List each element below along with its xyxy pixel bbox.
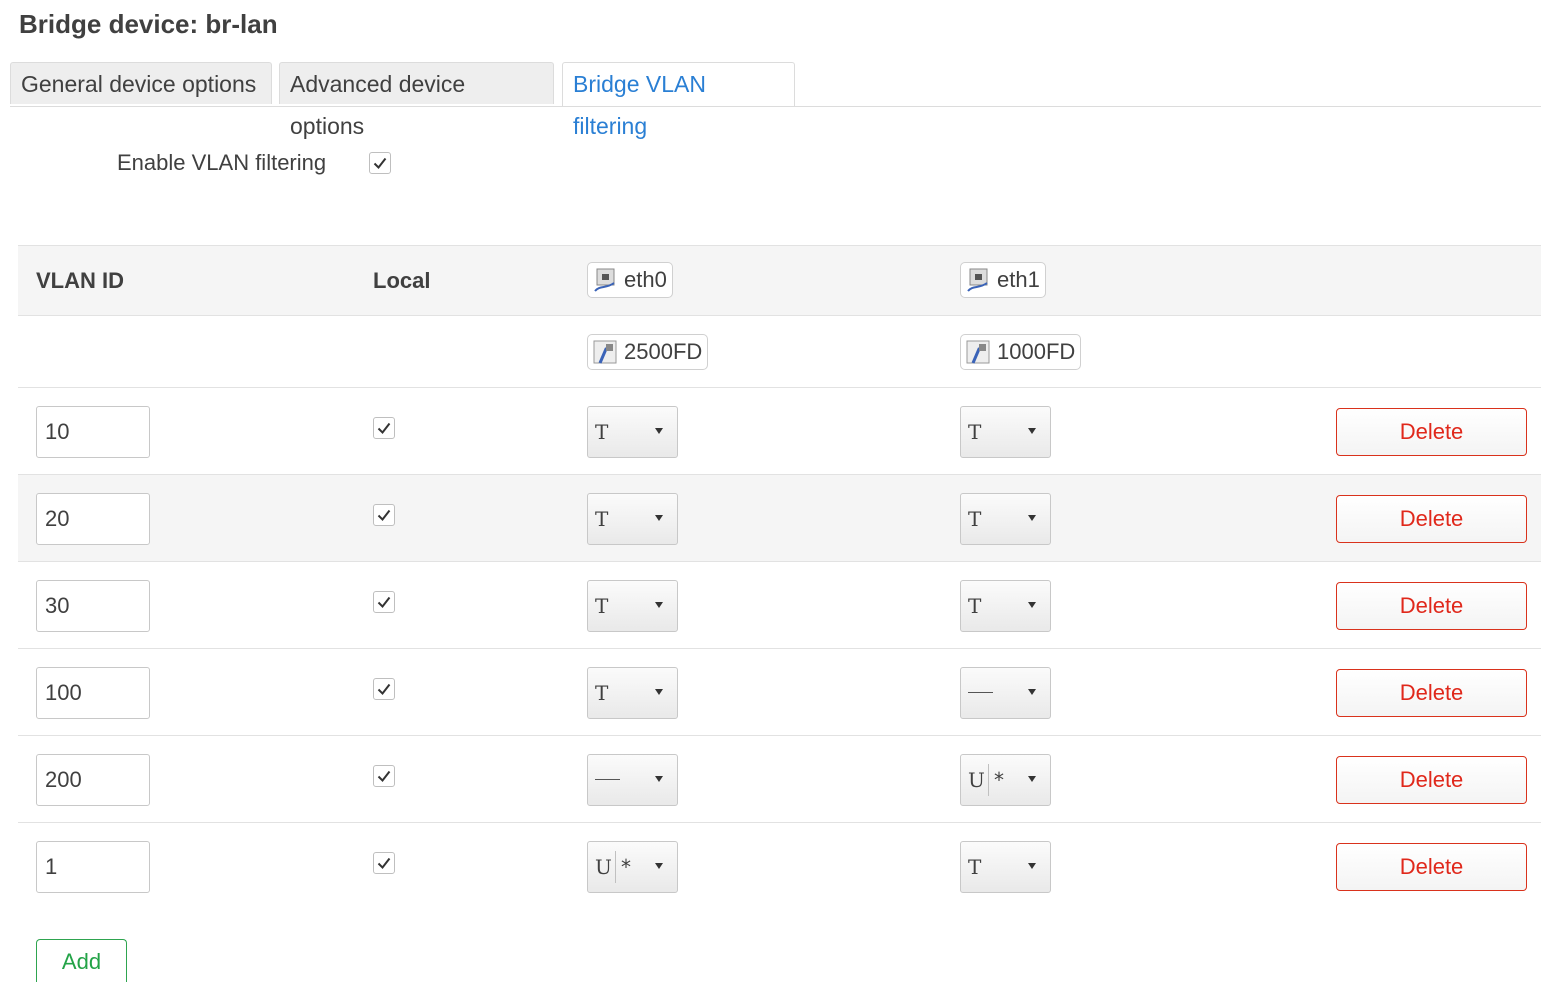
tab-bar: General device options Advanced device o… xyxy=(10,62,1541,139)
tab-advanced-device-options[interactable]: Advanced device options xyxy=(279,62,554,139)
eth1-membership-select[interactable]: U * xyxy=(960,754,1051,806)
dropdown-arrow-icon xyxy=(1028,863,1036,869)
pvid-divider xyxy=(615,851,616,883)
delete-button[interactable]: Delete xyxy=(1336,408,1527,456)
membership-value: U xyxy=(968,768,985,792)
ethernet-cable-icon xyxy=(593,340,617,364)
enable-vlan-filtering-label: Enable VLAN filtering xyxy=(117,150,327,175)
dropdown-arrow-icon xyxy=(655,776,663,782)
vlan-id-input[interactable]: 30 xyxy=(36,580,150,632)
vlan-id-input[interactable]: 200 xyxy=(36,754,150,806)
tab-bridge-vlan-filtering[interactable]: Bridge VLAN filtering xyxy=(562,62,795,139)
dropdown-arrow-icon xyxy=(655,863,663,869)
table-header-row: VLAN ID Local eth0 eth1 xyxy=(18,245,1541,316)
enable-vlan-filtering-checkbox[interactable] xyxy=(369,152,391,174)
checkmark-icon xyxy=(377,509,391,522)
checkmark-icon xyxy=(377,857,391,870)
checkmark-icon xyxy=(377,770,391,783)
port-eth1-speed: 1000FD xyxy=(997,339,1076,364)
membership-value: — xyxy=(595,768,620,792)
eth1-membership-select[interactable]: T xyxy=(960,406,1051,458)
local-checkbox[interactable] xyxy=(373,417,395,439)
membership-value: T xyxy=(595,681,609,705)
dropdown-arrow-icon xyxy=(655,515,663,521)
vlan-id-header: VLAN ID xyxy=(36,268,124,293)
table-row: 30 T T Delete xyxy=(18,562,1541,649)
dropdown-arrow-icon xyxy=(655,602,663,608)
checkmark-icon xyxy=(377,422,391,435)
local-checkbox[interactable] xyxy=(373,765,395,787)
add-button[interactable]: Add xyxy=(36,939,127,982)
port-speed-row: 2500FD 1000FD xyxy=(18,316,1541,388)
delete-button[interactable]: Delete xyxy=(1336,669,1527,717)
vlan-id-input[interactable]: 1 xyxy=(36,841,150,893)
tab-general-device-options[interactable]: General device options xyxy=(10,62,272,104)
vlan-id-input[interactable]: 20 xyxy=(36,493,150,545)
eth0-membership-select[interactable]: — xyxy=(587,754,678,806)
local-checkbox[interactable] xyxy=(373,678,395,700)
dropdown-arrow-icon xyxy=(1028,776,1036,782)
port-eth0-speed: 2500FD xyxy=(624,339,703,364)
delete-button[interactable]: Delete xyxy=(1336,495,1527,543)
eth0-membership-select[interactable]: T xyxy=(587,493,678,545)
eth1-membership-select[interactable]: — xyxy=(960,667,1051,719)
pvid-divider xyxy=(988,764,989,796)
network-port-icon xyxy=(594,268,615,292)
ethernet-cable-icon xyxy=(966,340,990,364)
no-membership-dash xyxy=(968,692,993,693)
dropdown-arrow-icon xyxy=(1028,515,1036,521)
table-row: 10 T T Delete xyxy=(18,388,1541,475)
eth1-membership-select[interactable]: T xyxy=(960,580,1051,632)
membership-value: U xyxy=(595,855,612,879)
table-row: 200 — U * Delete xyxy=(18,736,1541,823)
table-row: 1 U * T Delete xyxy=(18,823,1541,910)
delete-button[interactable]: Delete xyxy=(1336,843,1527,891)
checkmark-icon xyxy=(373,157,387,170)
network-port-icon xyxy=(967,268,988,292)
membership-value: T xyxy=(595,420,609,444)
port-eth1-speed-badge: 1000FD xyxy=(960,334,1082,370)
port-eth0-badge: eth0 xyxy=(587,262,673,298)
membership-value: T xyxy=(968,507,982,531)
eth0-membership-select[interactable]: T xyxy=(587,667,678,719)
port-eth0-name: eth0 xyxy=(624,267,667,292)
checkmark-icon xyxy=(377,596,391,609)
vlan-id-input[interactable]: 10 xyxy=(36,406,150,458)
membership-value: T xyxy=(968,594,982,618)
checkmark-icon xyxy=(377,683,391,696)
local-header: Local xyxy=(373,268,431,293)
dropdown-arrow-icon xyxy=(655,689,663,695)
membership-value: T xyxy=(595,507,609,531)
eth0-membership-select[interactable]: T xyxy=(587,406,678,458)
eth0-membership-select[interactable]: T xyxy=(587,580,678,632)
port-eth1-badge: eth1 xyxy=(960,262,1046,298)
dropdown-arrow-icon xyxy=(655,428,663,434)
local-checkbox[interactable] xyxy=(373,852,395,874)
table-row: 100 T — Delete xyxy=(18,649,1541,736)
membership-value: T xyxy=(595,594,609,618)
port-eth0-speed-badge: 2500FD xyxy=(587,334,709,370)
vlan-id-input[interactable]: 100 xyxy=(36,667,150,719)
eth1-membership-select[interactable]: T xyxy=(960,493,1051,545)
membership-value: — xyxy=(968,681,993,705)
membership-value: T xyxy=(968,420,982,444)
eth0-membership-select[interactable]: U * xyxy=(587,841,678,893)
pvid-marker: * xyxy=(994,768,1004,792)
dropdown-arrow-icon xyxy=(1028,689,1036,695)
local-checkbox[interactable] xyxy=(373,504,395,526)
delete-button[interactable]: Delete xyxy=(1336,582,1527,630)
page-title: Bridge device: br-lan xyxy=(19,9,278,39)
dropdown-arrow-icon xyxy=(1028,602,1036,608)
local-checkbox[interactable] xyxy=(373,591,395,613)
pvid-marker: * xyxy=(621,855,631,879)
no-membership-dash xyxy=(595,779,620,780)
eth1-membership-select[interactable]: T xyxy=(960,841,1051,893)
table-row: 20 T T Delete xyxy=(18,475,1541,562)
membership-value: T xyxy=(968,855,982,879)
port-eth1-name: eth1 xyxy=(997,267,1040,292)
dropdown-arrow-icon xyxy=(1028,428,1036,434)
delete-button[interactable]: Delete xyxy=(1336,756,1527,804)
